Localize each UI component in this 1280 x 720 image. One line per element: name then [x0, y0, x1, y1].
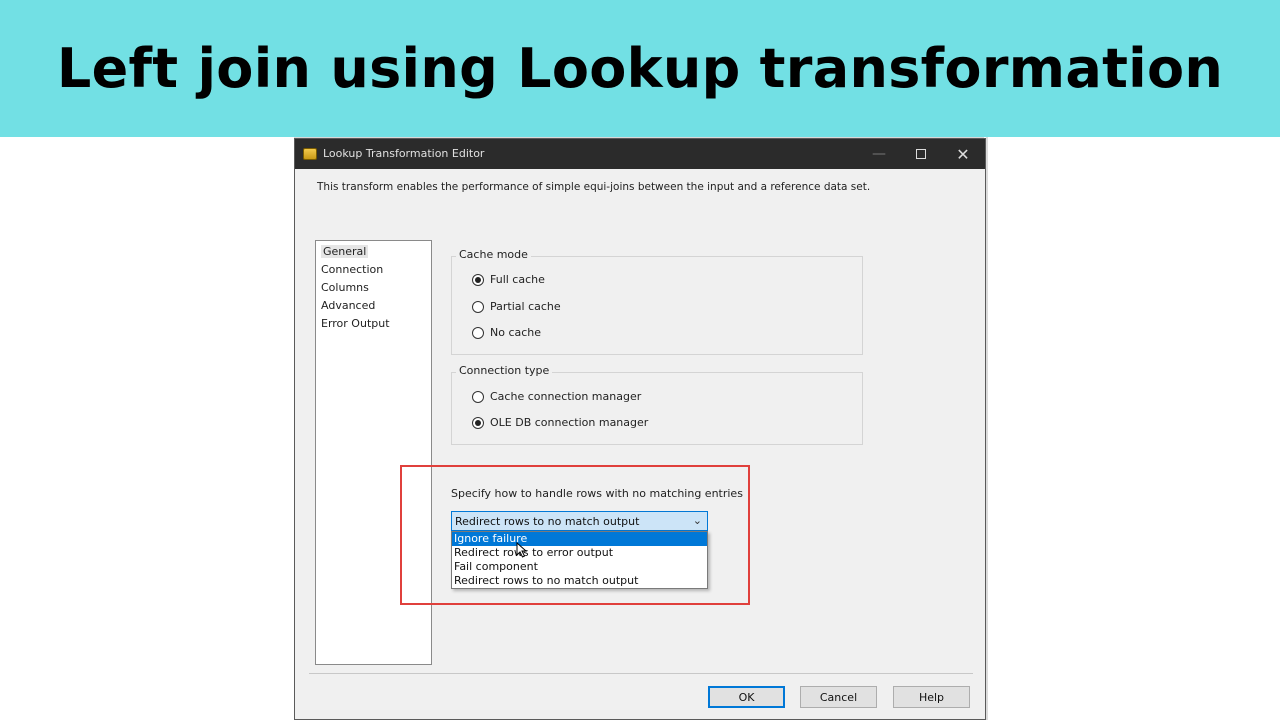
connection-type-group [451, 372, 863, 445]
ok-button[interactable]: OK [708, 686, 785, 708]
connection-type-legend: Connection type [456, 364, 553, 377]
nav-item-connection[interactable]: Connection [316, 261, 431, 279]
nav-item-error-output[interactable]: Error Output [316, 315, 431, 333]
maximize-icon [916, 149, 926, 159]
radio-button-icon[interactable] [472, 326, 484, 339]
lookup-transformation-editor-dialog: Lookup Transformation Editor — ✕ This tr… [294, 138, 986, 720]
nav-item-general[interactable]: General [316, 243, 431, 261]
footer-separator [309, 673, 973, 674]
nav-item-columns[interactable]: Columns [316, 279, 431, 297]
title-bar[interactable]: Lookup Transformation Editor — ✕ [295, 139, 985, 169]
radio-no-cache[interactable]: No cache [472, 326, 541, 339]
radio-button-icon[interactable] [472, 416, 484, 429]
cache-mode-legend: Cache mode [456, 248, 531, 261]
banner-title: Left join using Lookup transformation [56, 37, 1224, 100]
radio-oledb-connection-manager[interactable]: OLE DB connection manager [472, 416, 648, 429]
radio-partial-cache[interactable]: Partial cache [472, 300, 561, 313]
cancel-button[interactable]: Cancel [800, 686, 877, 708]
nav-item-label: Connection [321, 263, 384, 276]
nav-item-label: General [321, 245, 369, 258]
video-title-banner: Left join using Lookup transformation [0, 0, 1280, 137]
radio-label: No cache [490, 326, 542, 339]
nav-item-advanced[interactable]: Advanced [316, 297, 431, 315]
nav-item-label: Columns [321, 281, 369, 294]
help-button[interactable]: Help [893, 686, 970, 708]
close-button[interactable]: ✕ [941, 139, 985, 169]
radio-cache-connection-manager[interactable]: Cache connection manager [472, 390, 641, 403]
nav-item-label: Advanced [321, 299, 376, 312]
ssis-app-icon [303, 148, 317, 160]
radio-button-icon[interactable] [472, 273, 484, 286]
maximize-button[interactable] [899, 139, 943, 169]
radio-label: Partial cache [490, 300, 561, 313]
radio-button-icon[interactable] [472, 300, 484, 313]
window-title: Lookup Transformation Editor [323, 147, 485, 160]
radio-full-cache[interactable]: Full cache [472, 273, 545, 286]
background-window-edge [986, 137, 988, 720]
minimize-button[interactable]: — [857, 139, 901, 169]
radio-label: Full cache [490, 273, 545, 286]
nav-item-label: Error Output [321, 317, 390, 330]
highlight-annotation-box [400, 465, 750, 605]
radio-label: OLE DB connection manager [490, 416, 649, 429]
radio-button-icon[interactable] [472, 390, 484, 403]
radio-label: Cache connection manager [490, 390, 642, 403]
dialog-description: This transform enables the performance o… [317, 181, 871, 193]
